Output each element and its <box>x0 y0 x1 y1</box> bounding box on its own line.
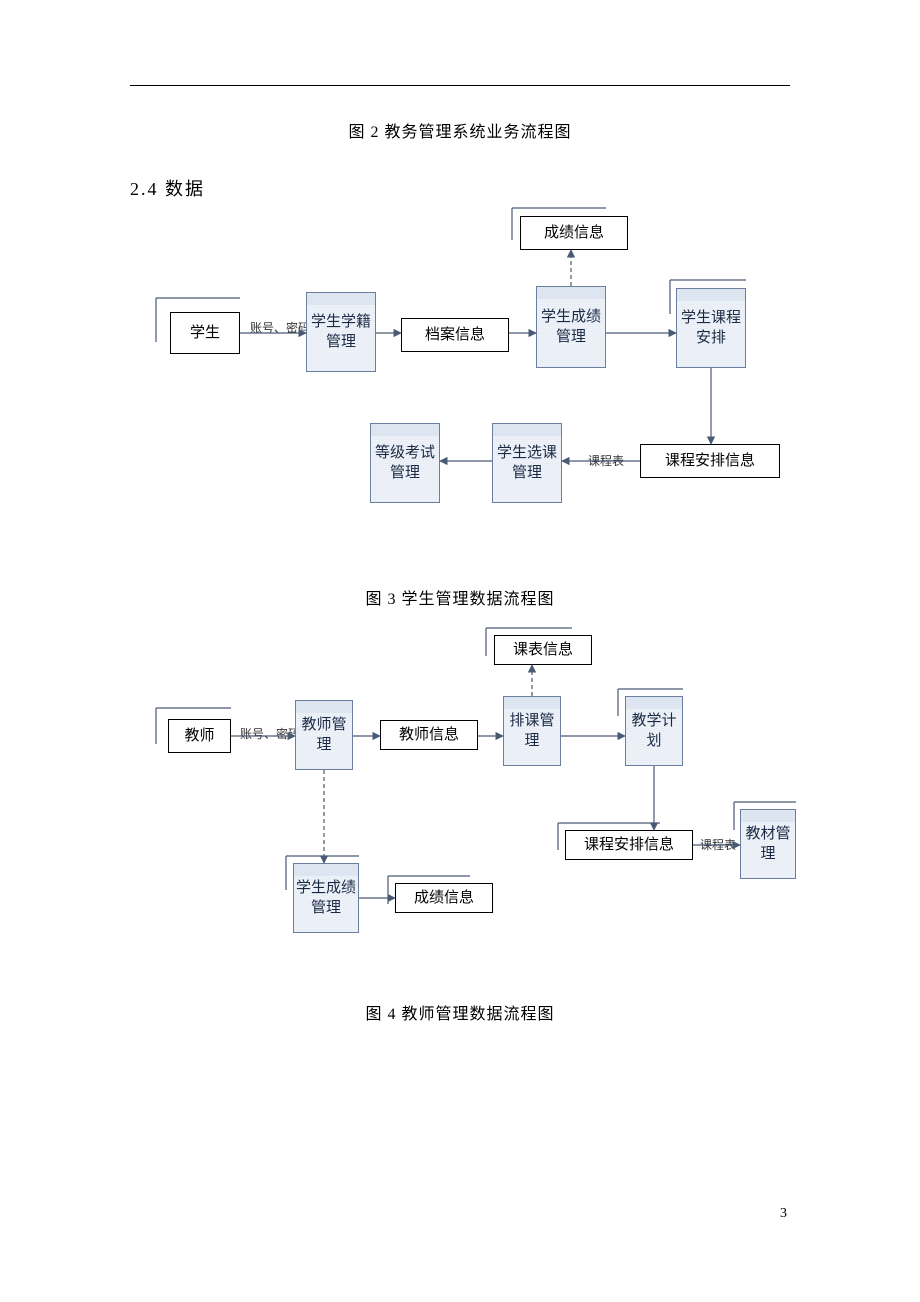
node-teacher-info: 教师信息 <box>380 720 478 750</box>
page: 图 2 教务管理系统业务流程图 2.4 数据 学生 账号、密码 学生学籍管理 档… <box>0 0 920 1302</box>
figure-4-caption: 图 4 教师管理数据流程图 <box>0 1000 920 1024</box>
node-score-info-2: 成绩信息 <box>395 883 493 913</box>
node-score-info: 成绩信息 <box>520 216 628 250</box>
node-student-select-mgmt: 学生选课管理 <box>492 423 562 503</box>
node-teaching-plan: 教学计划 <box>625 696 683 766</box>
page-number: 3 <box>780 1206 787 1222</box>
edge-label-schedule-2: 课程表 <box>700 836 736 853</box>
node-sched-mgmt: 排课管理 <box>503 696 561 766</box>
node-student: 学生 <box>170 312 240 354</box>
node-course-sched-info-2: 课程安排信息 <box>565 830 693 860</box>
edge-label-credentials: 账号、密码 <box>250 319 310 336</box>
diagram-1-arrows <box>0 0 920 560</box>
node-profile-info: 档案信息 <box>401 318 509 352</box>
node-student-status-mgmt: 学生学籍管理 <box>306 292 376 372</box>
node-course-sched-info: 课程安排信息 <box>640 444 780 478</box>
node-textbook-mgmt: 教材管理 <box>740 809 796 879</box>
node-stu-score-mgmt-2: 学生成绩管理 <box>293 863 359 933</box>
node-teacher-mgmt: 教师管理 <box>295 700 353 770</box>
node-student-score-mgmt: 学生成绩管理 <box>536 286 606 368</box>
node-rank-exam-mgmt: 等级考试管理 <box>370 423 440 503</box>
diagram-student-flow: 学生 账号、密码 学生学籍管理 档案信息 学生成绩管理 成绩信息 学生课程安排 … <box>0 0 920 560</box>
node-teacher: 教师 <box>168 719 231 753</box>
figure-3-caption: 图 3 学生管理数据流程图 <box>0 585 920 609</box>
node-student-course-sched: 学生课程安排 <box>676 288 746 368</box>
diagram-teacher-flow: 教师 账号、密码 教师管理 教师信息 排课管理 课表信息 教学计划 课程安排信息… <box>0 612 920 982</box>
edge-label-schedule-1: 课程表 <box>588 452 624 469</box>
diagram-2-arrows <box>0 612 920 982</box>
edge-label-credentials-2: 账号、密码 <box>240 725 300 742</box>
node-sched-info: 课表信息 <box>494 635 592 665</box>
